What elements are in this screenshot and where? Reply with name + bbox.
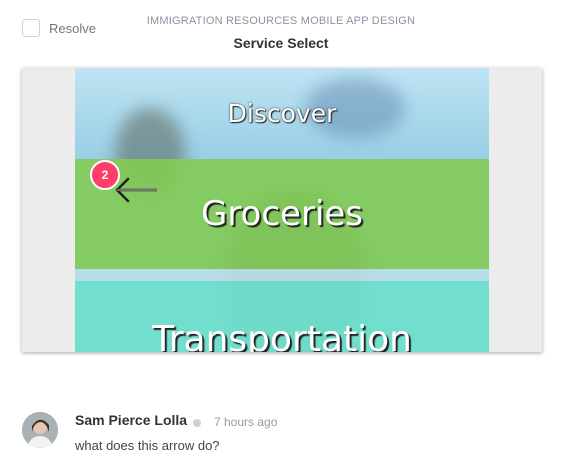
service-transportation-label: Transportation xyxy=(152,319,412,352)
comment-pin[interactable]: 2 xyxy=(90,160,120,190)
comment-timestamp: 7 hours ago xyxy=(214,415,278,429)
divider xyxy=(75,269,489,281)
service-transportation: Transportation xyxy=(75,281,489,352)
service-discover: Discover xyxy=(75,68,489,158)
phone-mockup: Discover Groceries Transportation xyxy=(75,68,489,352)
project-name: IMMIGRATION RESOURCES MOBILE APP DESIGN xyxy=(146,15,416,27)
comment-text: what does this arrow do? xyxy=(75,438,220,453)
screen-preview[interactable]: Discover Groceries Transportation 2 xyxy=(22,68,542,352)
screen-title: Service Select xyxy=(233,35,329,51)
service-groceries-label: Groceries xyxy=(200,194,364,234)
comment-item: Sam Pierce Lolla 7 hours ago what does t… xyxy=(22,410,542,460)
service-discover-label: Discover xyxy=(227,98,337,128)
avatar[interactable] xyxy=(22,412,58,448)
comment-author[interactable]: Sam Pierce Lolla xyxy=(75,412,187,428)
user-avatar-icon xyxy=(22,412,58,448)
back-arrow-icon xyxy=(115,177,157,203)
presence-indicator xyxy=(193,419,201,427)
